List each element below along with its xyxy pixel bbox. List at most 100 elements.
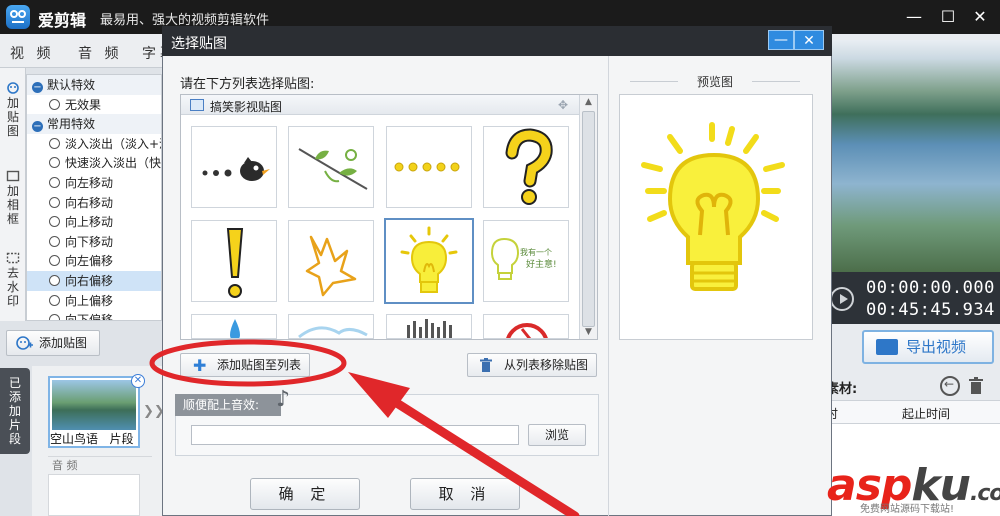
radio-icon	[49, 314, 60, 320]
plus-icon: ✚	[193, 356, 207, 375]
sticker-blue-splash[interactable]	[288, 314, 374, 339]
maximize-icon[interactable]: ☐	[937, 6, 959, 28]
effect-item[interactable]: 快速淡入淡出（快	[27, 153, 161, 173]
side-tab-remove-watermark[interactable]: 去水印	[0, 252, 26, 308]
tab-video[interactable]: 视 频	[10, 43, 54, 63]
effect-item[interactable]: 向右偏移	[27, 271, 161, 291]
sticker-dots-bird[interactable]	[191, 126, 277, 208]
dialog-close-icon[interactable]: ✕	[794, 30, 824, 50]
audio-track-label: 音 频	[48, 456, 152, 472]
sound-effect-label: 顺便配上音效:	[175, 394, 281, 416]
effect-item[interactable]: 向右移动	[27, 193, 161, 213]
add-sticker-icon	[16, 336, 33, 350]
remove-sticker-from-list-button[interactable]: 从列表移除贴图	[467, 353, 597, 377]
add-to-list-label: 添加贴图至列表	[217, 358, 302, 372]
export-icon	[876, 339, 898, 355]
radio-icon	[49, 255, 60, 267]
effect-item[interactable]: 向下移动	[27, 232, 161, 252]
sound-file-input[interactable]	[191, 425, 519, 445]
frame-icon	[6, 170, 20, 182]
sticker-icon	[7, 82, 19, 94]
scroll-up-icon[interactable]: ▲	[580, 95, 597, 109]
add-sticker-button[interactable]: 添加贴图	[6, 330, 100, 356]
effect-item[interactable]: 无效果	[27, 95, 161, 115]
video-preview	[832, 40, 1000, 272]
sticker-list-scrollbar[interactable]: ▲ ▼	[579, 95, 597, 339]
sticker-lightbulb[interactable]	[384, 218, 474, 304]
effect-item[interactable]: 向左移动	[27, 173, 161, 193]
export-video-button[interactable]: 导出视频	[862, 330, 994, 364]
effect-item[interactable]: 向左偏移	[27, 251, 161, 271]
effect-label: 向上偏移	[65, 293, 114, 308]
effect-item[interactable]: 向上移动	[27, 212, 161, 232]
clip-thumbnail-image	[52, 380, 136, 430]
cancel-button[interactable]: 取 消	[410, 478, 520, 510]
sticker-red-circle-sign[interactable]	[483, 314, 569, 339]
clip-remove-icon[interactable]: ✕	[131, 374, 145, 388]
effect-label: 向右偏移	[65, 274, 114, 288]
site-watermark-subtitle: 免费网站源码下载站!	[860, 504, 955, 515]
add-sticker-label: 添加贴图	[39, 336, 88, 350]
dialog-minimize-icon[interactable]: —	[768, 30, 794, 50]
side-tab-add-sticker[interactable]: 加贴图	[0, 82, 26, 138]
effect-label: 默认特效	[47, 78, 96, 92]
sticker-text-line-2: 好主意!	[526, 258, 557, 270]
radio-icon	[49, 137, 60, 149]
clip-suffix: 片段	[109, 432, 134, 446]
effect-label: 淡入淡出（淡入+淡	[65, 136, 162, 151]
image-icon	[190, 99, 204, 111]
effect-label: 常用特效	[47, 117, 96, 132]
add-sticker-to-list-button[interactable]: ✚ 添加贴图至列表	[180, 353, 310, 377]
radio-icon	[49, 98, 60, 110]
collapse-icon[interactable]: −	[32, 82, 43, 93]
category-label: 搞笑影视贴图	[210, 100, 283, 114]
sticker-branch-leaves[interactable]	[288, 126, 374, 208]
app-name: 爱剪辑	[38, 11, 87, 30]
radio-icon	[49, 235, 60, 247]
radio-icon	[49, 157, 60, 169]
ok-button[interactable]: 确 定	[250, 478, 360, 510]
sticker-yellow-dots[interactable]	[386, 126, 472, 208]
minimize-icon[interactable]: —	[903, 6, 925, 28]
time-current: 00:00:00.000	[866, 278, 995, 298]
sticker-yellow-burst[interactable]	[288, 220, 374, 302]
preview-title: 预览图	[620, 73, 810, 90]
sticker-lightbulb-sketch[interactable]: 我有一个 好主意!	[483, 220, 569, 302]
radio-icon	[49, 275, 60, 286]
scrollbar-thumb[interactable]	[582, 111, 595, 327]
trash-icon[interactable]	[968, 377, 984, 395]
scroll-down-icon[interactable]: ▼	[580, 325, 597, 339]
radio-icon	[49, 196, 60, 208]
sticker-exclamation-mark[interactable]	[191, 220, 277, 302]
effect-item[interactable]: 向下偏移	[27, 310, 161, 321]
audio-track-slot[interactable]	[48, 474, 140, 516]
effect-item[interactable]: 淡入淡出（淡入+淡	[27, 134, 162, 154]
effect-group[interactable]: − 常用特效	[27, 114, 161, 135]
play-icon[interactable]	[830, 287, 854, 311]
collapse-icon[interactable]: −	[32, 121, 43, 133]
dialog-instruction: 请在下方列表选择贴图:	[180, 77, 315, 92]
remove-from-list-label: 从列表移除贴图	[504, 358, 589, 372]
music-note-icon: ♪	[276, 387, 291, 412]
side-tab-add-frame[interactable]: 加相框	[0, 170, 26, 226]
effect-label: 向上移动	[65, 215, 114, 230]
move-icon: ✥	[558, 98, 569, 112]
close-icon[interactable]: ✕	[969, 6, 991, 28]
sticker-water-drop[interactable]	[191, 314, 277, 339]
lightbulb-preview-icon	[641, 122, 785, 291]
trash-icon	[480, 358, 492, 372]
material-col-range: 起止时间	[902, 407, 951, 421]
sticker-question-mark[interactable]	[483, 126, 569, 208]
tab-audio[interactable]: 音 频	[78, 43, 122, 63]
sticker-dark-smoke[interactable]	[386, 314, 472, 339]
sticker-text-line-1: 我有一个	[520, 247, 552, 257]
side-tab-label: 加相框	[7, 184, 20, 226]
dialog-divider	[608, 56, 609, 516]
clips-panel-label: 已添加片段	[0, 368, 30, 454]
browse-button[interactable]: 浏览	[528, 424, 586, 446]
effect-group[interactable]: − 默认特效	[27, 75, 161, 95]
effect-label: 向下偏移	[65, 313, 114, 321]
back-icon[interactable]	[940, 376, 960, 396]
clip-label: 空山鸟语 片段	[50, 431, 138, 447]
effect-item[interactable]: 向上偏移	[27, 291, 161, 311]
